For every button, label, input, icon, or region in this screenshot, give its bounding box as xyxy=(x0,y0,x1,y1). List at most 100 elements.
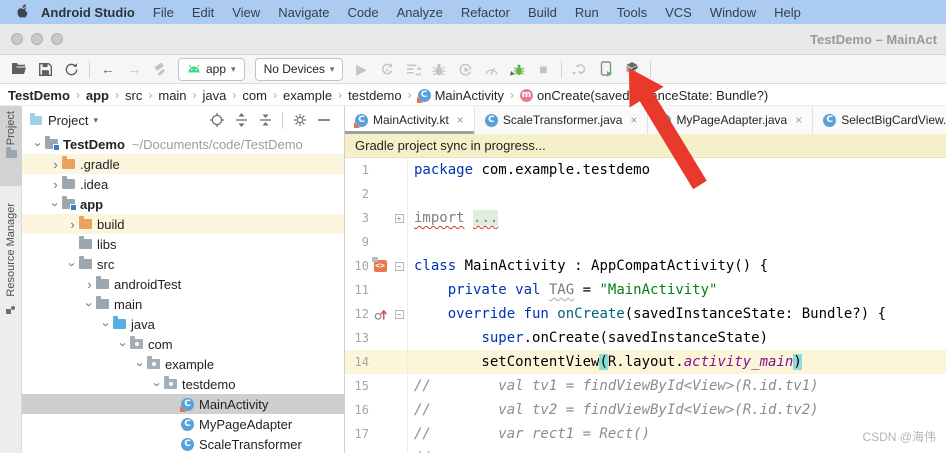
overriding-method-icon[interactable] xyxy=(374,307,387,321)
tree-row-src[interactable]: › src xyxy=(22,254,344,274)
breadcrumb-item[interactable]: testdemo xyxy=(348,88,401,103)
apple-logo-icon[interactable] xyxy=(10,3,32,21)
chevron-expanded-icon[interactable]: › xyxy=(116,338,131,351)
window-close-button[interactable] xyxy=(11,33,23,45)
window-zoom-button[interactable] xyxy=(51,33,63,45)
chevron-expanded-icon[interactable]: › xyxy=(31,138,46,151)
sync-icon[interactable] xyxy=(58,57,84,81)
menu-build[interactable]: Build xyxy=(519,5,566,20)
chevron-collapsed-icon[interactable]: › xyxy=(83,277,96,292)
breadcrumb-item[interactable]: java xyxy=(203,88,227,103)
menu-analyze[interactable]: Analyze xyxy=(388,5,452,20)
tree-row-testdemo[interactable]: › TestDemo ~/Documents/code/TestDemo xyxy=(22,134,344,154)
tool-strip-resource-manager-tab[interactable]: Resource Manager xyxy=(0,198,22,348)
code-text[interactable]: override fun onCreate(savedInstanceState… xyxy=(407,302,946,326)
tool-strip-project-tab[interactable]: Project xyxy=(0,106,22,186)
tree-row-scaletransformer[interactable]: C ScaleTransformer xyxy=(22,434,344,453)
sdk-manager-icon[interactable] xyxy=(619,57,645,81)
gradle-sync-icon[interactable] xyxy=(567,57,593,81)
stop-icon[interactable]: ■ xyxy=(530,57,556,81)
run-config-selector[interactable]: app ▾ xyxy=(178,57,245,81)
open-project-icon[interactable] xyxy=(6,57,32,81)
fold-expand-icon[interactable]: + xyxy=(394,213,404,223)
menu-view[interactable]: View xyxy=(223,5,269,20)
apply-changes-icon[interactable]: A xyxy=(374,57,400,81)
tree-row-java[interactable]: › java xyxy=(22,314,344,334)
code-text[interactable]: import ... xyxy=(407,206,946,230)
close-icon[interactable]: × xyxy=(630,113,637,127)
coverage-icon[interactable] xyxy=(452,57,478,81)
chevron-collapsed-icon[interactable]: › xyxy=(49,157,62,172)
apply-code-changes-icon[interactable] xyxy=(400,57,426,81)
chevron-expanded-icon[interactable]: › xyxy=(65,258,80,271)
code-text[interactable] xyxy=(407,182,946,206)
code-text[interactable]: // val tv1 = findViewById<View>(R.id.tv1… xyxy=(407,374,946,398)
chevron-expanded-icon[interactable]: › xyxy=(99,318,114,331)
forward-icon[interactable]: → xyxy=(121,57,147,81)
code-text[interactable] xyxy=(407,230,946,254)
breadcrumb-item[interactable]: C MainActivity xyxy=(416,88,504,103)
back-icon[interactable]: ← xyxy=(95,57,121,81)
menu-file[interactable]: File xyxy=(144,5,183,20)
breadcrumb-item[interactable]: m onCreate(savedInstanceState: Bundle?) xyxy=(519,88,768,103)
debug-icon[interactable] xyxy=(426,57,452,81)
editor-tab-mypageadapter-java[interactable]: C MyPageAdapter.java × xyxy=(648,106,814,134)
menu-help[interactable]: Help xyxy=(765,5,810,20)
profile-icon[interactable] xyxy=(478,57,504,81)
code-text[interactable]: // val tv2 = findViewById<View>(R.id.tv2… xyxy=(407,398,946,422)
close-icon[interactable]: × xyxy=(457,113,464,127)
gear-icon[interactable] xyxy=(288,110,312,130)
menu-vcs[interactable]: VCS xyxy=(656,5,701,20)
code-text[interactable]: class MainActivity : AppCompatActivity()… xyxy=(407,254,946,278)
attach-debugger-icon[interactable] xyxy=(504,57,530,81)
menu-window[interactable]: Window xyxy=(701,5,765,20)
code-text[interactable]: package com.example.testdemo xyxy=(407,158,946,182)
build-hammer-icon[interactable] xyxy=(147,57,173,81)
tree-row-mypageadapter[interactable]: C MyPageAdapter xyxy=(22,414,344,434)
breadcrumb-item[interactable]: TestDemo xyxy=(8,88,70,103)
related-layout-icon[interactable]: <> xyxy=(371,257,387,272)
device-manager-icon[interactable] xyxy=(593,57,619,81)
tree-row-mainactivity[interactable]: C MainActivity xyxy=(22,394,344,414)
menu-code[interactable]: Code xyxy=(339,5,388,20)
chevron-collapsed-icon[interactable]: › xyxy=(49,177,62,192)
tree-row-idea[interactable]: › .idea xyxy=(22,174,344,194)
breadcrumb-item[interactable]: com xyxy=(242,88,267,103)
project-view-selector[interactable]: Project xyxy=(48,113,88,128)
run-icon[interactable]: ▶ xyxy=(348,57,374,81)
breadcrumb-item[interactable]: app xyxy=(86,88,109,103)
device-selector[interactable]: No Devices ▾ xyxy=(254,57,344,81)
collapse-all-icon[interactable] xyxy=(253,110,277,130)
breadcrumb-item[interactable]: main xyxy=(158,88,186,103)
code-text[interactable]: private val TAG = "MainActivity" xyxy=(407,278,946,302)
menu-refactor[interactable]: Refactor xyxy=(452,5,519,20)
menu-tools[interactable]: Tools xyxy=(608,5,656,20)
tree-row-libs[interactable]: libs xyxy=(22,234,344,254)
code-text[interactable]: super.onCreate(savedInstanceState) xyxy=(407,326,946,350)
fold-collapse-icon[interactable]: − xyxy=(394,261,404,271)
code-editor[interactable]: 1 package com.example.testdemo 2 3 + import .… xyxy=(345,158,946,453)
tree-row-build[interactable]: › build xyxy=(22,214,344,234)
tree-row-example[interactable]: › example xyxy=(22,354,344,374)
window-minimize-button[interactable] xyxy=(31,33,43,45)
menu-edit[interactable]: Edit xyxy=(183,5,223,20)
chevron-collapsed-icon[interactable]: › xyxy=(66,217,79,232)
menu-navigate[interactable]: Navigate xyxy=(269,5,338,20)
menu-android-studio[interactable]: Android Studio xyxy=(32,5,144,20)
editor-tab-scaletransformer-java[interactable]: C ScaleTransformer.java × xyxy=(475,106,649,134)
editor-tab-mainactivity-kt[interactable]: C MainActivity.kt × xyxy=(345,106,475,134)
tree-row-app[interactable]: › app xyxy=(22,194,344,214)
save-all-icon[interactable] xyxy=(32,57,58,81)
code-text[interactable]: setContentView(R.layout.activity_main) xyxy=(407,350,946,374)
tree-row-main[interactable]: › main xyxy=(22,294,344,314)
breadcrumb-item[interactable]: src xyxy=(125,88,142,103)
breadcrumb-item[interactable]: example xyxy=(283,88,332,103)
locate-file-icon[interactable] xyxy=(205,110,229,130)
tree-row-com[interactable]: › com xyxy=(22,334,344,354)
hide-panel-icon[interactable] xyxy=(312,110,336,130)
chevron-expanded-icon[interactable]: › xyxy=(133,358,148,371)
fold-collapse-icon[interactable]: − xyxy=(394,309,404,319)
chevron-expanded-icon[interactable]: › xyxy=(150,378,165,391)
tree-row-androidtest[interactable]: › androidTest xyxy=(22,274,344,294)
tree-row-gradle[interactable]: › .gradle xyxy=(22,154,344,174)
